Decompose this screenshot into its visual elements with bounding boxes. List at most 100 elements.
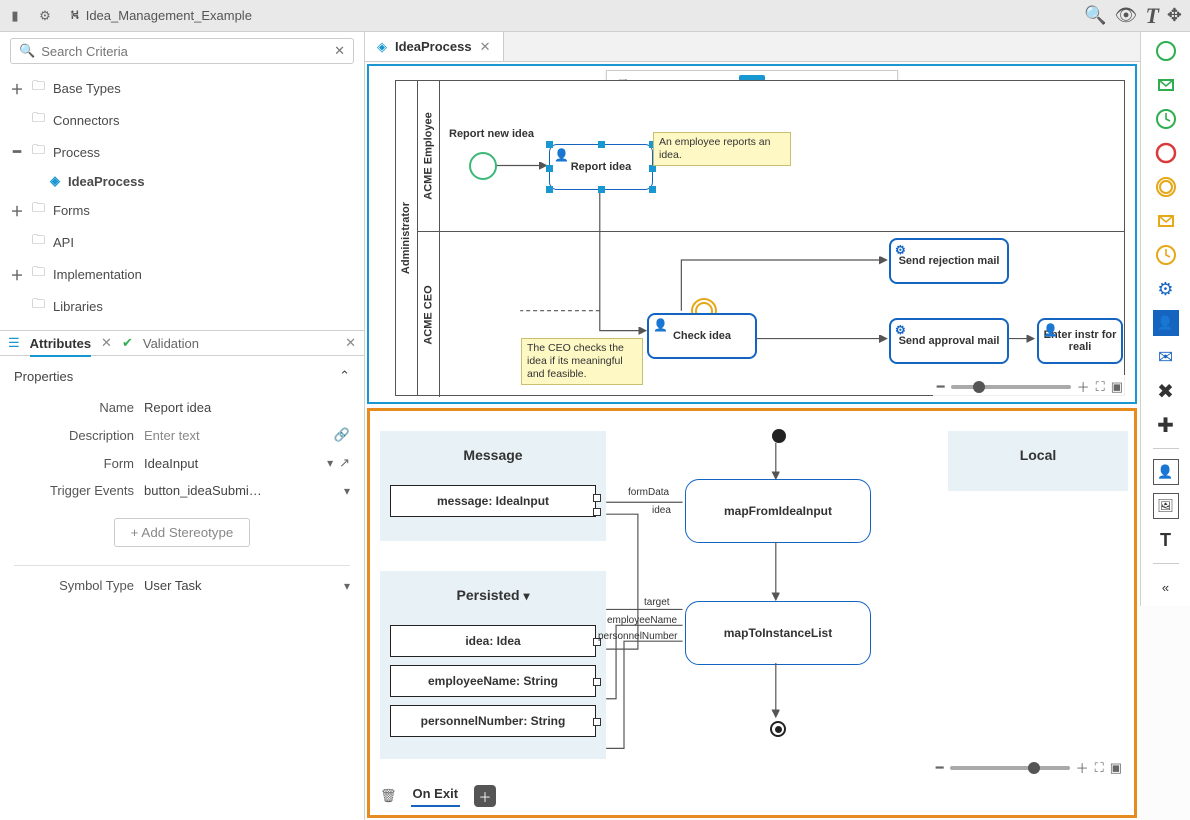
edge-formdata: formData xyxy=(628,487,669,498)
reset-icon[interactable]: ▣ xyxy=(1111,379,1123,395)
project-tab[interactable]: ⛕ Idea_Management_Example xyxy=(60,1,262,31)
task-reject[interactable]: ⚙ Send rejection mail xyxy=(889,238,1009,284)
task-check-idea[interactable]: 👤 Check idea xyxy=(647,313,757,359)
block-local[interactable]: Local xyxy=(948,431,1128,491)
editor-tab-ideaprocess[interactable]: ◈ IdeaProcess ✕ xyxy=(365,32,504,61)
task-approve[interactable]: ⚙ Send approval mail xyxy=(889,318,1009,364)
prop-trigger-value[interactable]: button_ideaSubmi… xyxy=(144,483,338,498)
pal-collapse-icon[interactable]: « xyxy=(1153,574,1179,600)
pal-message-intermediate-icon[interactable] xyxy=(1153,208,1179,234)
block-persisted[interactable]: Persisted ▾ idea: Idea employeeName: Str… xyxy=(380,571,606,759)
prop-form-value[interactable]: IdeaInput xyxy=(144,456,321,471)
chevron-down-icon[interactable]: ▾ xyxy=(344,484,350,498)
folder-open-icon[interactable]: ▮ xyxy=(0,1,30,31)
pal-send-task-icon[interactable]: ✉ xyxy=(1153,344,1179,370)
tab-validation[interactable]: Validation xyxy=(143,336,199,351)
user-icon: 👤 xyxy=(653,318,668,332)
tree-api[interactable]: 🗀API xyxy=(6,226,358,258)
tree-implementation[interactable]: ＋🗀Implementation xyxy=(6,258,358,290)
zoom-control-bottom[interactable]: ━ ＋ ⛶ ▣ xyxy=(932,756,1126,779)
move-icon[interactable]: ✥ xyxy=(1167,5,1182,26)
fit-icon[interactable]: ⛶ xyxy=(1096,379,1105,395)
pal-service-task-icon[interactable]: ⚙ xyxy=(1153,276,1179,302)
final-node[interactable] xyxy=(770,721,786,737)
slot-idea[interactable]: idea: Idea xyxy=(390,625,596,657)
tree-search[interactable]: 🔍 ✕ xyxy=(10,38,354,64)
editor-area: ◈ IdeaProcess ✕ 🗎 📄 ⇪ 🚫 ▦ ⇔ ⇕ ↶ ↷ Admini… xyxy=(365,32,1190,820)
gear-icon[interactable]: ⚙ xyxy=(30,1,60,31)
pal-text-icon[interactable]: T xyxy=(1153,527,1179,553)
pal-intermediate-event-icon[interactable] xyxy=(1153,174,1179,200)
prop-desc-value[interactable]: Enter text xyxy=(144,428,328,443)
eye-icon[interactable]: 👁 xyxy=(1115,5,1138,26)
pal-gateway-icon[interactable]: ✖ xyxy=(1153,378,1179,404)
service-icon: ⚙ xyxy=(895,323,906,337)
tree-forms[interactable]: ＋🗀Forms xyxy=(6,194,358,226)
chevron-down-icon[interactable]: ▾ xyxy=(344,579,350,593)
process-icon: ◈ xyxy=(377,39,387,55)
slot-pers[interactable]: personnelNumber: String xyxy=(390,705,596,737)
zoom-in-icon[interactable]: ＋ xyxy=(1076,758,1089,777)
tree-idea-process[interactable]: ◈IdeaProcess xyxy=(6,168,358,194)
search-icon[interactable]: 🔍 xyxy=(1084,5,1106,26)
block-message[interactable]: Message message: IdeaInput xyxy=(380,431,606,541)
pal-message-start-icon[interactable] xyxy=(1153,72,1179,98)
task-enter[interactable]: 👤 Enter instr for reali xyxy=(1037,318,1123,364)
slot-emp[interactable]: employeeName: String xyxy=(390,665,596,697)
close-tab-icon[interactable]: ✕ xyxy=(480,39,491,55)
check-icon: ✔ xyxy=(122,335,133,351)
pal-end-event-icon[interactable] xyxy=(1153,140,1179,166)
text-tool-icon[interactable]: T xyxy=(1145,3,1158,29)
open-external-icon[interactable]: ↗ xyxy=(339,455,350,471)
pal-timer-intermediate-icon[interactable] xyxy=(1153,242,1179,268)
process-icon: ◈ xyxy=(50,173,60,189)
start-event[interactable] xyxy=(469,152,497,180)
tree-libraries[interactable]: 🗀Libraries xyxy=(6,290,358,322)
link-icon[interactable]: 🔗 xyxy=(334,427,350,443)
pal-start-event-icon[interactable] xyxy=(1153,38,1179,64)
zoom-out-icon[interactable]: ━ xyxy=(937,379,945,395)
pal-image-icon[interactable]: 🖼 xyxy=(1153,493,1179,519)
initial-node[interactable] xyxy=(772,429,786,443)
tree-connectors[interactable]: 🗀Connectors xyxy=(6,104,358,136)
user-icon: 👤 xyxy=(1043,323,1058,337)
chevron-down-icon[interactable]: ▾ xyxy=(523,589,529,603)
task-report-idea[interactable]: 👤 Report idea xyxy=(549,144,653,190)
close-attributes-icon[interactable]: ✕ xyxy=(101,335,112,351)
fit-icon[interactable]: ⛶ xyxy=(1095,760,1104,776)
zoom-in-icon[interactable]: ＋ xyxy=(1077,377,1090,396)
title-report-new-idea: Report new idea xyxy=(449,128,534,140)
slot-message[interactable]: message: IdeaInput xyxy=(390,485,596,517)
zoom-control-top[interactable]: ━ ＋ ⛶ ▣ xyxy=(933,375,1127,398)
zoom-out-icon[interactable]: ━ xyxy=(936,760,944,776)
tree-process[interactable]: ━🗀Process xyxy=(6,136,358,168)
pal-user-task-icon[interactable]: 👤 xyxy=(1153,310,1179,336)
pal-user-icon[interactable]: 👤 xyxy=(1153,459,1179,485)
pal-timer-start-icon[interactable] xyxy=(1153,106,1179,132)
activity-mapto[interactable]: mapToInstanceList xyxy=(685,601,871,665)
tab-attributes[interactable]: Attributes xyxy=(30,336,91,357)
search-input[interactable] xyxy=(41,44,334,59)
add-tab-button[interactable]: ＋ xyxy=(474,785,496,807)
activity-mapfrom[interactable]: mapFromIdeaInput xyxy=(685,479,871,543)
close-validation-icon[interactable]: ✕ xyxy=(345,335,356,351)
pal-parallel-gateway-icon[interactable]: ✚ xyxy=(1153,412,1179,438)
trash-icon[interactable]: 🗑 xyxy=(380,788,397,804)
user-icon: 👤 xyxy=(554,148,569,162)
chevron-down-icon[interactable]: ▾ xyxy=(327,456,333,470)
prop-name-value[interactable]: Report idea xyxy=(144,400,350,415)
edge-empname: employeeName xyxy=(607,615,677,626)
mapping-canvas[interactable]: Message message: IdeaInput Persisted ▾ i… xyxy=(367,408,1137,818)
tab-on-exit[interactable]: On Exit xyxy=(411,786,461,807)
properties-heading: Properties xyxy=(14,369,73,384)
bpmn-canvas[interactable]: 🗎 📄 ⇪ 🚫 ▦ ⇔ ⇕ ↶ ↷ Administrator ACME Emp… xyxy=(367,64,1137,404)
reset-icon[interactable]: ▣ xyxy=(1110,760,1122,776)
top-toolbar: ▮ ⚙ ⛕ Idea_Management_Example 🔍 👁 T ✥ xyxy=(0,0,1190,32)
note-check[interactable]: The CEO checks the idea if its meaningfu… xyxy=(521,338,643,385)
collapse-icon[interactable]: ⌃ xyxy=(339,368,350,384)
add-stereotype-button[interactable]: + Add Stereotype xyxy=(114,518,251,547)
clear-search-icon[interactable]: ✕ xyxy=(334,43,345,59)
prop-symbol-value[interactable]: User Task xyxy=(144,578,338,593)
tree-base-types[interactable]: ＋🗀Base Types xyxy=(6,72,358,104)
note-report[interactable]: An employee reports an idea. xyxy=(653,132,791,166)
